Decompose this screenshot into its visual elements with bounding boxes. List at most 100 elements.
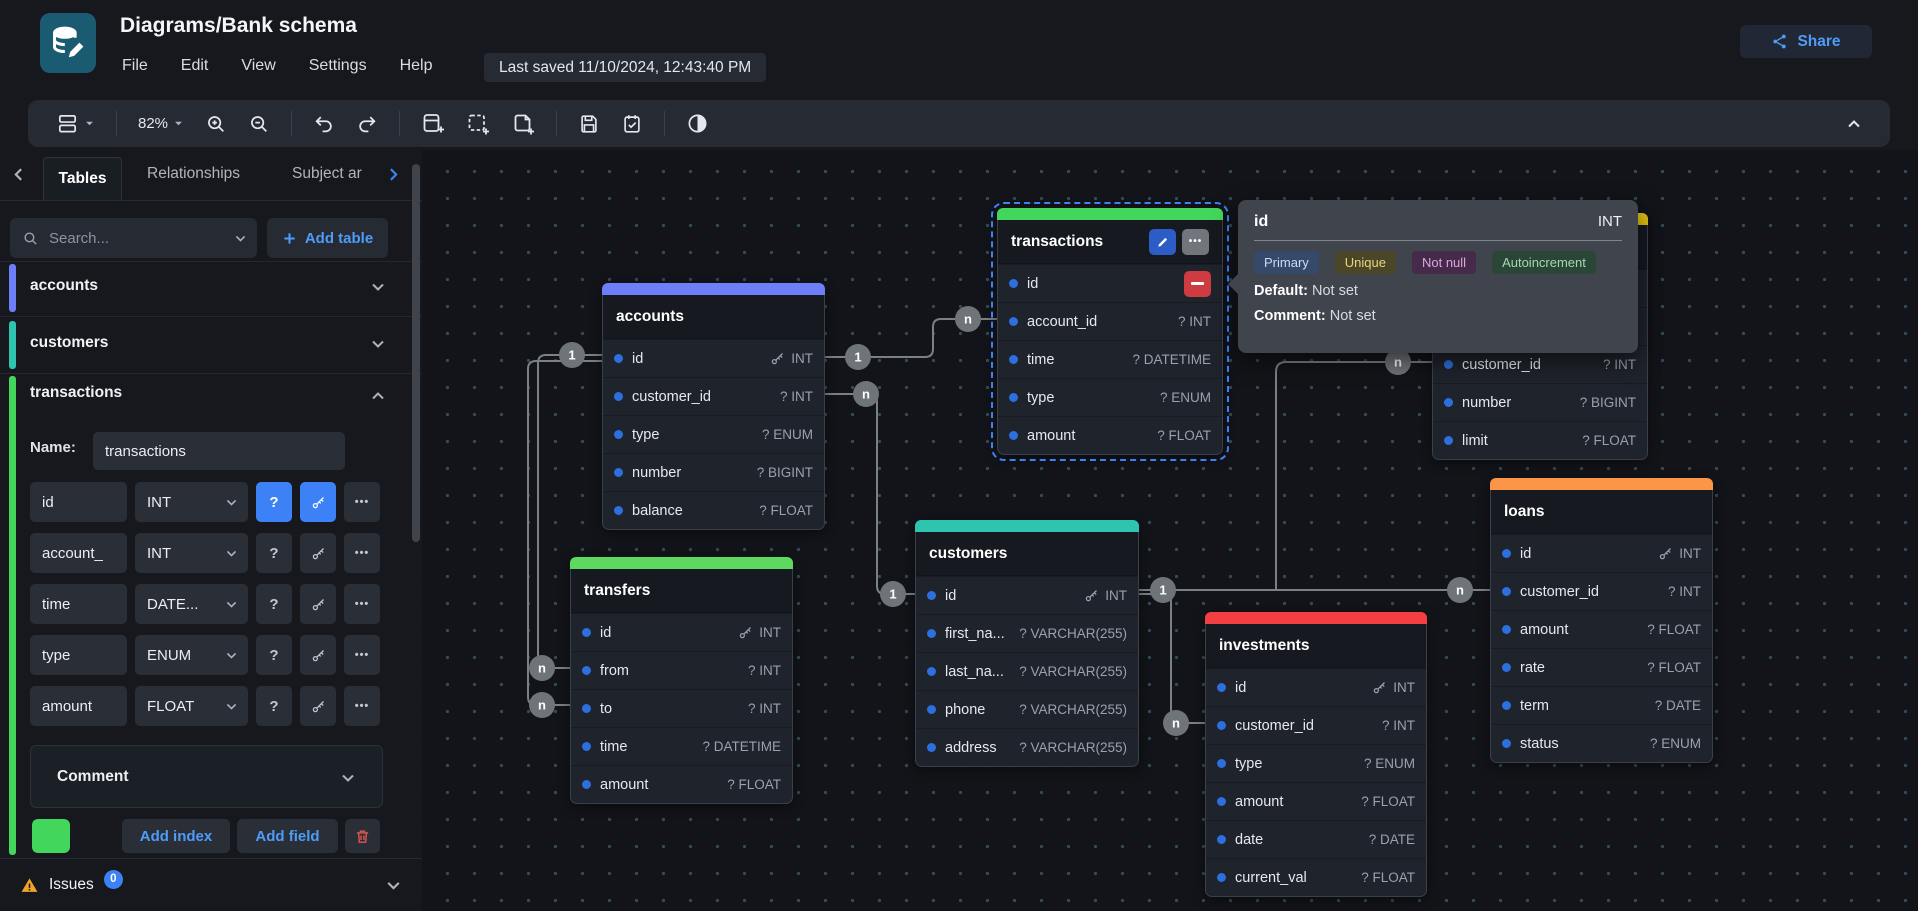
chevron-up-icon[interactable] (370, 388, 386, 404)
collapse-toolbar-button[interactable] (1846, 116, 1862, 132)
tab-relationships[interactable]: Relationships (147, 165, 240, 183)
field-type-select[interactable]: INT (135, 482, 248, 522)
sidebar-item-customers[interactable]: customers (0, 320, 422, 370)
zoom-in-button[interactable] (205, 113, 227, 135)
table-field-phone[interactable]: phone? VARCHAR(255) (916, 690, 1138, 728)
canvas-table-transfers[interactable]: transfersidINTfrom? INTto? INTtime? DATE… (570, 557, 793, 804)
table-field-number[interactable]: number? BIGINT (1433, 383, 1647, 421)
table-field-status[interactable]: status? ENUM (1491, 724, 1712, 762)
table-field-from[interactable]: from? INT (571, 651, 792, 689)
sidebar-item-accounts[interactable]: accounts (0, 263, 422, 313)
table-field-rate[interactable]: rate? FLOAT (1491, 648, 1712, 686)
table-accordion-label[interactable]: transactions (30, 384, 122, 402)
field-name-input[interactable]: amount (30, 686, 127, 726)
undo-button[interactable] (313, 113, 335, 135)
primary-key-toggle[interactable] (300, 533, 336, 573)
menu-file[interactable]: File (122, 57, 148, 75)
field-type-select[interactable]: DATE... (135, 584, 248, 624)
table-field-balance[interactable]: balance? FLOAT (603, 491, 824, 529)
table-field-id[interactable]: idINT (1491, 534, 1712, 572)
table-field-type[interactable]: type? ENUM (1206, 744, 1426, 782)
table-name-input[interactable]: transactions (93, 432, 345, 470)
nullable-toggle[interactable]: ? (256, 533, 292, 573)
primary-key-toggle[interactable] (300, 686, 336, 726)
table-field-type[interactable]: type? ENUM (603, 415, 824, 453)
field-more-button[interactable]: ••• (344, 686, 380, 726)
field-type-select[interactable]: FLOAT (135, 686, 248, 726)
zoom-level-dropdown[interactable]: 82% (138, 115, 184, 132)
zoom-out-button[interactable] (248, 113, 270, 135)
table-field-address[interactable]: address? VARCHAR(255) (916, 728, 1138, 766)
menu-edit[interactable]: Edit (181, 57, 209, 75)
issues-bar[interactable]: Issues 0 (0, 858, 422, 911)
nullable-toggle[interactable]: ? (256, 635, 292, 675)
table-field-amount[interactable]: amount? FLOAT (1206, 782, 1426, 820)
field-more-button[interactable]: ••• (344, 635, 380, 675)
table-field-number[interactable]: number? BIGINT (603, 453, 824, 491)
menu-help[interactable]: Help (400, 57, 433, 75)
table-field-time[interactable]: time? DATETIME (998, 340, 1222, 378)
canvas-table-investments[interactable]: investmentsidINTcustomer_id? INTtype? EN… (1205, 612, 1427, 897)
table-field-id[interactable]: id (998, 264, 1222, 302)
table-field-date[interactable]: date? DATE (1206, 820, 1426, 858)
field-name-input[interactable]: id (30, 482, 127, 522)
table-field-account_id[interactable]: account_id? INT (998, 302, 1222, 340)
tabs-scroll-left-icon[interactable] (10, 166, 27, 183)
add-table-button-toolbar[interactable] (421, 112, 445, 136)
diagram-canvas[interactable]: 1nn1n1nn1nn accountsidINTcustomer_id? IN… (422, 150, 1918, 911)
table-field-id[interactable]: idINT (1206, 668, 1426, 706)
table-field-to[interactable]: to? INT (571, 689, 792, 727)
search-dropdown-icon[interactable] (234, 232, 247, 245)
table-field-customer_id[interactable]: customer_id? INT (1491, 572, 1712, 610)
canvas-table-loans[interactable]: loansidINTcustomer_id? INTamount? FLOATr… (1490, 478, 1713, 763)
canvas-table-accounts[interactable]: accountsidINTcustomer_id? INTtype? ENUMn… (602, 283, 825, 530)
chevron-down-icon[interactable] (370, 279, 386, 295)
field-type-select[interactable]: INT (135, 533, 248, 573)
table-field-last_na...[interactable]: last_na...? VARCHAR(255) (916, 652, 1138, 690)
add-index-button[interactable]: Add index (122, 819, 230, 853)
table-field-id[interactable]: idINT (916, 576, 1138, 614)
table-field-current_val[interactable]: current_val? FLOAT (1206, 858, 1426, 896)
table-field-customer_id[interactable]: customer_id? INT (1206, 706, 1426, 744)
table-field-id[interactable]: idINT (603, 339, 824, 377)
field-name-input[interactable]: time (30, 584, 127, 624)
table-field-amount[interactable]: amount? FLOAT (1491, 610, 1712, 648)
table-field-amount[interactable]: amount? FLOAT (998, 416, 1222, 454)
field-more-button[interactable]: ••• (344, 533, 380, 573)
field-more-button[interactable]: ••• (344, 482, 380, 522)
redo-button[interactable] (356, 113, 378, 135)
chevron-down-icon[interactable] (370, 336, 386, 352)
tab-tables[interactable]: Tables (43, 157, 122, 200)
table-field-term[interactable]: term? DATE (1491, 686, 1712, 724)
share-button[interactable]: Share (1740, 25, 1872, 58)
table-field-time[interactable]: time? DATETIME (571, 727, 792, 765)
todo-button[interactable] (621, 113, 643, 135)
menu-settings[interactable]: Settings (309, 57, 367, 75)
add-table-button[interactable]: Add table (267, 218, 388, 258)
sidebar-scrollbar[interactable] (412, 164, 420, 542)
nullable-toggle[interactable]: ? (256, 584, 292, 624)
delete-field-button[interactable] (1184, 271, 1211, 297)
table-field-limit[interactable]: limit? FLOAT (1433, 421, 1647, 459)
chevron-down-icon[interactable] (385, 877, 402, 894)
save-button[interactable] (578, 113, 600, 135)
add-subject-area-button[interactable] (466, 112, 490, 136)
table-field-amount[interactable]: amount? FLOAT (571, 765, 792, 803)
canvas-table-customers[interactable]: customersidINTfirst_na...? VARCHAR(255)l… (915, 520, 1139, 767)
theme-toggle-button[interactable] (686, 112, 709, 135)
tabs-scroll-right-icon[interactable] (385, 166, 402, 183)
field-type-select[interactable]: ENUM (135, 635, 248, 675)
table-field-customer_id[interactable]: customer_id? INT (603, 377, 824, 415)
primary-key-toggle[interactable] (300, 584, 336, 624)
nullable-toggle[interactable]: ? (256, 482, 292, 522)
field-name-input[interactable]: account_ (30, 533, 127, 573)
table-field-type[interactable]: type? ENUM (998, 378, 1222, 416)
field-more-button[interactable]: ••• (344, 584, 380, 624)
table-field-first_na...[interactable]: first_na...? VARCHAR(255) (916, 614, 1138, 652)
table-more-button[interactable]: ••• (1182, 229, 1209, 255)
diagram-header-button[interactable] (56, 112, 95, 135)
tab-subject-areas[interactable]: Subject ar (292, 165, 382, 183)
canvas-table-transactions[interactable]: transactions•••idaccount_id? INTtime? DA… (997, 208, 1223, 455)
edit-table-button[interactable] (1149, 229, 1176, 255)
add-note-button[interactable] (511, 112, 535, 136)
